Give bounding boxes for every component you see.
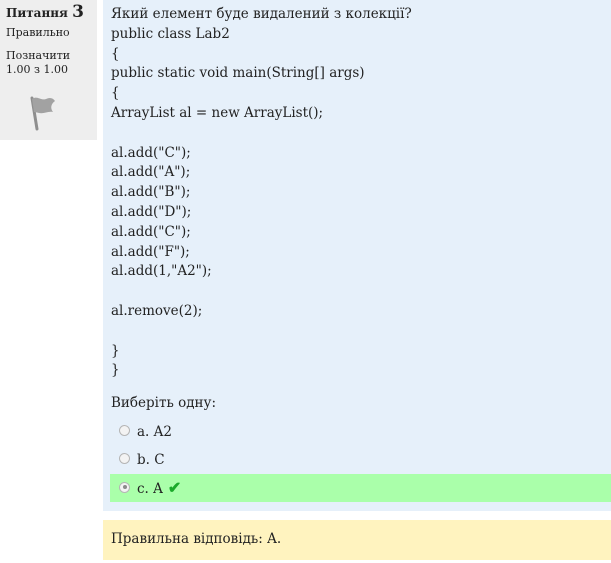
question-number-heading: Питання 3 <box>6 2 91 22</box>
answer-radio[interactable] <box>119 424 130 436</box>
answer-option[interactable]: c. A ✔ <box>110 473 611 502</box>
answer-option[interactable]: a. A2 <box>110 418 603 446</box>
question-text-line <box>111 322 603 342</box>
question-text: Який елемент буде видалений з колекції? p… <box>111 5 603 381</box>
question-text-line: al.add(1,"A2"); <box>111 263 212 280</box>
question-text-line: public class Lab2 <box>111 25 230 42</box>
question-number: 3 <box>72 2 84 22</box>
flag-label: Позначити <box>6 49 71 62</box>
question-formulation: Який елемент буде видалений з колекції? p… <box>103 0 611 511</box>
right-answer-text: Правильна відповідь: A. <box>111 531 282 547</box>
question-text-line: ArrayList al = new ArrayList(); <box>111 104 324 121</box>
question-grade: 1.00 з 1.00 <box>6 63 68 76</box>
question-text-line <box>111 124 603 144</box>
question-label: Питання <box>6 6 68 20</box>
flag-icon[interactable] <box>27 95 57 131</box>
question-text-line: al.add("F"); <box>111 243 190 260</box>
question-text-line: al.add("C"); <box>111 223 191 240</box>
question-text-line: al.add("A"); <box>111 164 191 181</box>
question-text-line <box>111 282 603 302</box>
question-text-line: al.add("B"); <box>111 184 191 201</box>
answer-radio[interactable] <box>119 452 130 464</box>
answer-option[interactable]: b. C <box>110 446 603 474</box>
question-text-line: } <box>111 342 120 359</box>
question-state: Правильно <box>6 26 70 39</box>
question-info-panel: Питання 3 Правильно Позначити 1.00 з 1.0… <box>0 0 97 140</box>
question-text-line: { <box>111 85 120 102</box>
answer-label: b. C <box>137 451 165 468</box>
question-text-line: Який елемент буде видалений з колекції? <box>111 6 412 22</box>
feedback-box: Правильна відповідь: A. <box>103 520 611 560</box>
answer-label: a. A2 <box>137 423 172 440</box>
question-text-line: public static void main(String[] args) <box>111 65 365 82</box>
question-text-line: al.add("C"); <box>111 144 191 161</box>
question-text-line: al.remove(2); <box>111 302 203 319</box>
question-text-line: } <box>111 362 120 379</box>
question-text-line: al.add("D"); <box>111 203 192 220</box>
answer-label: c. A <box>137 480 163 497</box>
check-icon: ✔ <box>167 477 182 497</box>
answer-radio[interactable] <box>119 481 130 493</box>
answer-prompt: Виберіть одну: <box>111 395 217 412</box>
answer-options: a. A2 b. C c. A ✔ <box>110 418 611 502</box>
question-text-line: { <box>111 45 120 62</box>
